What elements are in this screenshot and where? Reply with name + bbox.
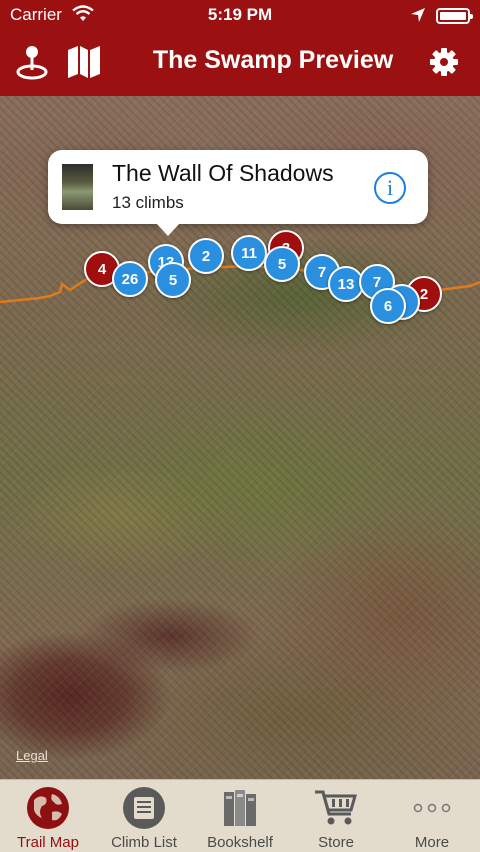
crag-callout[interactable]: The Wall Of Shadows 13 climbs i bbox=[48, 150, 428, 236]
tab-label: More bbox=[414, 834, 450, 851]
tab-climb-list[interactable]: Climb List bbox=[96, 780, 192, 852]
more-icon bbox=[408, 786, 456, 830]
crag-thumbnail bbox=[62, 164, 93, 210]
info-icon[interactable]: i bbox=[374, 172, 406, 204]
tab-label: Trail Map bbox=[17, 834, 79, 851]
legal-link[interactable]: Legal bbox=[16, 748, 48, 763]
climb-cluster-marker[interactable]: 2 bbox=[188, 238, 224, 274]
clock: 5:19 PM bbox=[207, 5, 273, 24]
climb-cluster-marker[interactable]: 5 bbox=[264, 246, 300, 282]
climb-cluster-marker[interactable]: 6 bbox=[370, 288, 406, 324]
tab-store[interactable]: Store bbox=[288, 780, 384, 852]
nav-bar: Carrier 5:19 PM The Swamp Preview bbox=[0, 0, 480, 96]
tab-label: Bookshelf bbox=[207, 834, 273, 851]
climb-cluster-marker[interactable]: 26 bbox=[112, 261, 148, 297]
satellite-map[interactable]: 4 26 13 5 2 11 3 5 7 13 7 2 6 The Wall O… bbox=[0, 96, 480, 779]
settings-button[interactable] bbox=[424, 42, 464, 82]
page-title: The Swamp Preview bbox=[152, 46, 394, 74]
tab-more[interactable]: More bbox=[384, 780, 480, 852]
callout-subtitle: 13 climbs bbox=[112, 193, 184, 212]
tab-label: Climb List bbox=[111, 834, 177, 851]
gear-icon bbox=[430, 48, 458, 76]
climb-cluster-marker[interactable]: 11 bbox=[231, 235, 267, 271]
books-icon bbox=[216, 786, 264, 830]
tab-trail-map[interactable]: Trail Map bbox=[0, 780, 96, 852]
tab-label: Store bbox=[318, 834, 354, 851]
battery-icon bbox=[436, 8, 473, 24]
status-bar: Carrier 5:19 PM bbox=[0, 0, 480, 32]
tab-bar: Trail Map Climb List Bookshelf Store Mor… bbox=[0, 779, 480, 852]
cart-icon bbox=[312, 786, 360, 830]
list-icon bbox=[120, 786, 168, 830]
climb-cluster-marker[interactable]: 5 bbox=[155, 262, 191, 298]
location-arrow-icon bbox=[411, 8, 425, 22]
globe-icon bbox=[24, 786, 72, 830]
callout-title: The Wall Of Shadows bbox=[112, 160, 334, 186]
tab-bookshelf[interactable]: Bookshelf bbox=[192, 780, 288, 852]
